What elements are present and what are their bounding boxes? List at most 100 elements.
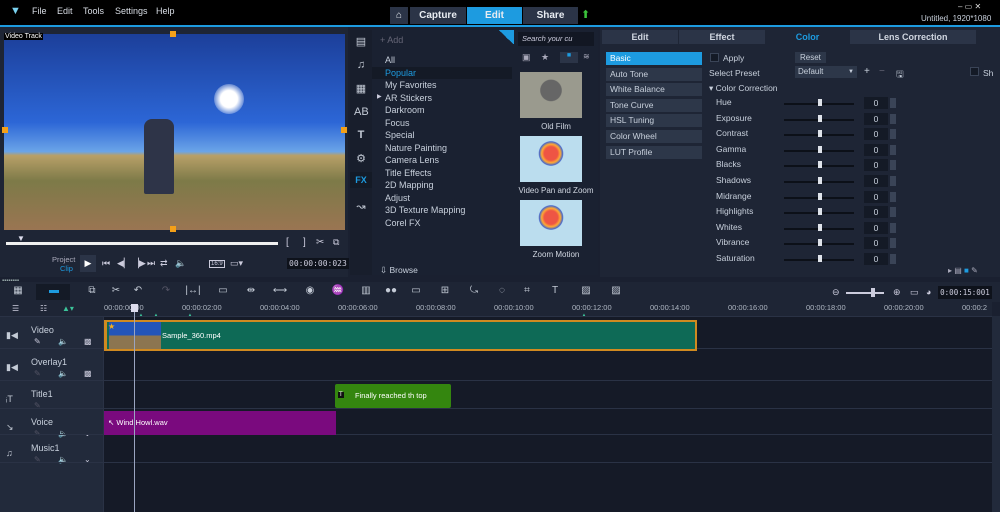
tab-effect[interactable]: Effect [679, 30, 765, 44]
tab-color[interactable]: Color [766, 30, 849, 44]
zoom-in-icon[interactable]: ⊕ [893, 287, 901, 298]
chapter-icon[interactable]: ☷ [40, 304, 47, 313]
playhead-handle[interactable] [131, 304, 138, 312]
timecode[interactable]: 00:00:00:023 [287, 258, 349, 269]
menu-settings[interactable]: Settings [115, 6, 148, 16]
slider-knob[interactable] [818, 145, 822, 153]
category-item[interactable]: Nature Painting [385, 143, 447, 153]
tab-edit-options[interactable]: Edit [602, 30, 678, 44]
grid-icon[interactable]: ⊞ [437, 285, 453, 299]
spin-button[interactable] [890, 129, 896, 140]
side-tab[interactable]: HSL Tuning [606, 114, 702, 128]
zoom-slider-handle[interactable] [871, 288, 875, 297]
scissors-icon[interactable]: ✂ [316, 237, 324, 248]
go-end-button[interactable]: ⏭ [147, 258, 155, 269]
slider-knob[interactable] [818, 99, 822, 106]
category-item[interactable]: My Favorites [385, 80, 437, 90]
3d-title-icon[interactable]: T [547, 285, 563, 299]
multi-trim-icon[interactable]: ⟷ [272, 285, 288, 299]
tab-edit[interactable]: Edit [467, 7, 522, 24]
value-field[interactable]: 0 [864, 112, 888, 125]
timeline-scrollbar[interactable] [992, 316, 1000, 512]
video-preview[interactable] [4, 34, 345, 230]
side-tab[interactable]: White Balance [606, 83, 702, 97]
slider-knob[interactable] [818, 255, 822, 262]
expand-arrow-icon[interactable]: ▶ [377, 93, 382, 100]
spin-button[interactable] [890, 144, 896, 155]
timeline-view-icon[interactable]: ▬ [46, 285, 62, 299]
menu-edit[interactable]: Edit [57, 6, 73, 16]
spin-button[interactable] [890, 113, 896, 124]
show-checkbox[interactable] [970, 67, 979, 76]
go-start-button[interactable]: ⏮ [102, 258, 110, 269]
next-frame-button[interactable]: ▕▶ [132, 258, 146, 269]
video-clip[interactable]: ★ Sample_360.mp4 [104, 320, 697, 351]
category-item[interactable]: Corel FX [385, 218, 421, 228]
category-item[interactable]: Focus [385, 118, 410, 128]
crop-icon[interactable]: ⌗ [519, 285, 535, 299]
side-tab[interactable]: Color Wheel [606, 130, 702, 143]
mixer-icon[interactable]: ▥ [358, 285, 374, 299]
display-mode-button[interactable]: ▭▾ [230, 258, 243, 269]
spin-button[interactable] [890, 207, 896, 218]
subtitle-icon[interactable]: ▭ [408, 285, 424, 299]
motion-path-icon[interactable]: ↝ [354, 200, 368, 214]
graphics-icon[interactable]: ⚙ [354, 152, 368, 166]
slider-knob[interactable] [818, 161, 822, 169]
volume-icon[interactable]: 🔈 [175, 258, 186, 269]
value-field[interactable]: 0 [864, 237, 888, 250]
slider-knob[interactable] [818, 208, 822, 216]
slider-knob[interactable] [818, 223, 822, 231]
crop-handle[interactable] [2, 127, 8, 133]
spin-button[interactable] [890, 238, 896, 249]
paint-icon[interactable]: ▨ [608, 285, 624, 299]
link-icon[interactable]: ✎ [34, 369, 41, 378]
storyboard-view-icon[interactable]: ▦ [10, 285, 26, 299]
value-field[interactable]: 0 [864, 159, 888, 172]
panel-grip[interactable]: ▪▪▪▪▪▪▪▪ [2, 278, 19, 284]
reset-button[interactable]: Reset [795, 52, 826, 63]
redo-icon[interactable]: ↷ [158, 285, 174, 299]
crop-handle[interactable] [170, 226, 176, 232]
scrubber-handle[interactable]: ▼ [17, 234, 25, 243]
fit-project-icon[interactable]: ▭ [910, 287, 919, 298]
upload-arrow-icon[interactable]: ⬆ [581, 8, 590, 21]
value-field[interactable]: 0 [864, 143, 888, 156]
zoom-out-icon[interactable]: ⊖ [832, 287, 840, 298]
tab-share[interactable]: Share [523, 7, 578, 24]
remove-preset-icon[interactable]: − [879, 66, 885, 77]
browse-button[interactable]: ⇩ Browse [380, 265, 418, 276]
slider-knob[interactable] [818, 130, 822, 138]
copy-attributes-icon[interactable]: ⧉ [84, 285, 100, 299]
view-icons[interactable]: ▸ ▤ ■ ✎ [948, 266, 978, 275]
category-item[interactable]: Special [385, 130, 415, 140]
pin-icon[interactable] [498, 30, 514, 44]
clip-mode[interactable]: Clip [60, 264, 73, 273]
link-icon[interactable]: ✎ [34, 337, 41, 346]
side-tab[interactable]: LUT Profile [606, 145, 702, 159]
window-controls[interactable]: – ▭ ✕ [958, 2, 981, 11]
mute-icon[interactable]: 🔈 [58, 369, 68, 378]
media-icon[interactable]: ▤ [354, 35, 368, 49]
multicam-icon[interactable]: ●● [383, 285, 399, 299]
scrubber-track[interactable] [6, 242, 278, 245]
title-clip[interactable]: T Finally reached th top [335, 384, 451, 408]
mark-out-button[interactable]: ] [303, 237, 306, 248]
zoom-slider[interactable] [846, 292, 884, 294]
timeline-ruler[interactable] [104, 302, 992, 316]
category-item[interactable]: 2D Mapping [385, 180, 434, 190]
menu-file[interactable]: File [32, 6, 47, 16]
spin-button[interactable] [890, 98, 896, 108]
tab-lens-correction[interactable]: Lens Correction [850, 30, 976, 44]
spin-button[interactable] [890, 176, 896, 186]
home-button[interactable]: ⌂ [390, 7, 408, 24]
instant-project-icon[interactable]: ▦ [354, 82, 368, 96]
spin-button[interactable] [890, 254, 896, 264]
apply-checkbox[interactable] [710, 53, 719, 62]
snapshot-icon[interactable]: ⧉ [333, 237, 339, 248]
save-preset-icon[interactable]: 🖫 [896, 67, 904, 83]
category-item[interactable]: 3D Texture Mapping [385, 205, 465, 215]
add-preset-icon[interactable]: + [864, 66, 870, 77]
category-item[interactable]: Darkroom [385, 105, 425, 115]
value-field[interactable]: 0 [864, 97, 888, 109]
